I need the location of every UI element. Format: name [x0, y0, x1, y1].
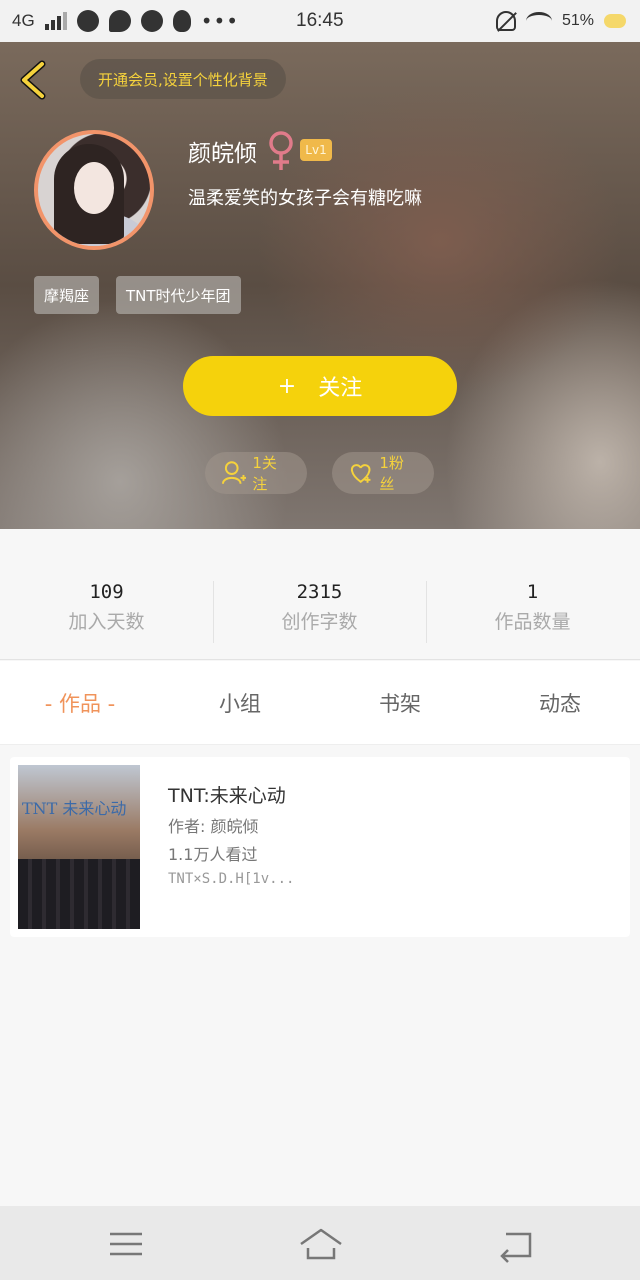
works-list: TNT 未来心动 TNT:未来心动 作者: 颜皖倾 1.1万人看过 TNT×S.…: [0, 746, 640, 1206]
stat-join-days: 109 加入天数: [0, 581, 213, 641]
qq-icon: [172, 10, 191, 32]
book-cover-image: TNT 未来心动: [18, 765, 140, 929]
profile-tabs: - 作品 - 小组 书架 动态: [0, 661, 640, 745]
stat-value: 1: [526, 581, 539, 603]
tag-fandom: TNT时代少年团: [116, 276, 241, 314]
book-description: TNT×S.D.H[1v...: [168, 871, 295, 887]
tab-works[interactable]: - 作品 -: [0, 661, 160, 745]
palette-icon: [140, 10, 163, 32]
wifi-icon: [525, 12, 552, 30]
list-item[interactable]: TNT 未来心动 TNT:未来心动 作者: 颜皖倾 1.1万人看过 TNT×S.…: [10, 757, 630, 937]
following-count-button[interactable]: 1关注: [205, 452, 307, 494]
username: 颜皖倾: [188, 141, 257, 167]
signal-icon: [44, 12, 67, 30]
plus-icon: +: [277, 373, 297, 399]
stat-word-count: 2315 创作字数: [213, 581, 426, 641]
tag-zodiac: 摩羯座: [34, 276, 100, 314]
fans-count-button[interactable]: 1粉丝: [332, 452, 434, 494]
return-icon: [500, 1232, 532, 1263]
network-type: 4G: [12, 11, 35, 30]
home-button[interactable]: [298, 1224, 344, 1264]
vip-background-banner[interactable]: 开通会员,设置个性化背景: [80, 59, 286, 99]
female-icon: [269, 131, 293, 170]
stat-value: 2315: [296, 581, 343, 603]
stat-label: 加入天数: [68, 611, 145, 633]
back-button[interactable]: [16, 60, 56, 100]
book-author: 作者: 颜皖倾: [168, 817, 259, 836]
mute-icon: [495, 11, 516, 31]
battery-percent: 51%: [561, 12, 594, 29]
system-back-button[interactable]: [496, 1224, 536, 1264]
tab-activity[interactable]: 动态: [480, 661, 640, 745]
book-views: 1.1万人看过: [168, 845, 258, 864]
follow-button-label: 关注: [318, 376, 363, 401]
profile-header: 开通会员,设置个性化背景 颜皖倾 Lv1 温柔爱笑的女孩子会有糖吃嘛 摩羯座 T…: [0, 42, 640, 529]
more-notifications-icon: •••: [200, 9, 240, 33]
message-icon: [108, 10, 131, 32]
status-right: 51%: [495, 0, 626, 42]
book-title: TNT:未来心动: [168, 785, 286, 807]
heart-add-icon: [350, 464, 371, 483]
stat-label: 创作字数: [281, 611, 358, 633]
cover-title: TNT 未来心动: [22, 799, 127, 818]
signature: 温柔爱笑的女孩子会有糖吃嘛: [188, 188, 422, 209]
menu-button[interactable]: [106, 1224, 146, 1264]
stat-label: 作品数量: [494, 611, 571, 633]
home-icon: [300, 1228, 342, 1260]
following-count: 1关注: [252, 454, 277, 493]
stat-value: 109: [89, 581, 124, 603]
follow-button[interactable]: + 关注: [183, 356, 457, 416]
system-nav-bar: [0, 1206, 640, 1280]
battery-icon: [604, 14, 626, 28]
clock: 16:45: [296, 10, 344, 31]
user-add-icon: [221, 461, 247, 484]
status-bar: 4G ••• 16:45 51%: [0, 0, 640, 42]
browser-icon: [76, 10, 99, 32]
avatar[interactable]: [34, 130, 154, 250]
fans-count: 1粉丝: [379, 454, 404, 493]
level-badge: Lv1: [300, 139, 332, 161]
tab-bookshelf[interactable]: 书架: [320, 661, 480, 745]
status-left: 4G •••: [12, 0, 239, 42]
tab-groups[interactable]: 小组: [160, 661, 320, 745]
menu-icon: [110, 1232, 142, 1256]
stat-works-count: 1 作品数量: [426, 581, 639, 641]
stats-row: 109 加入天数 2315 创作字数 1 作品数量: [0, 529, 640, 660]
chevron-left-icon: [20, 60, 46, 100]
